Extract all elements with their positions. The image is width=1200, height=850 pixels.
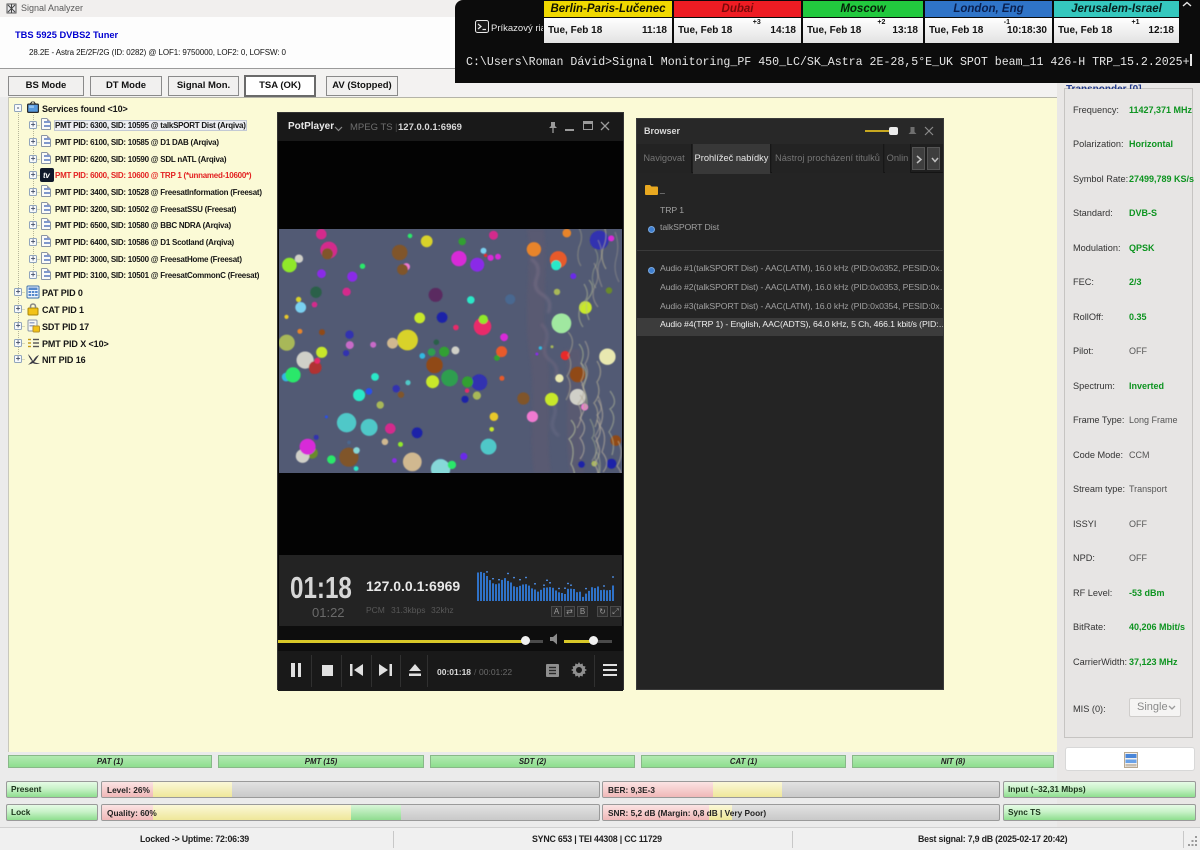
svg-text:tv: tv — [43, 171, 50, 180]
